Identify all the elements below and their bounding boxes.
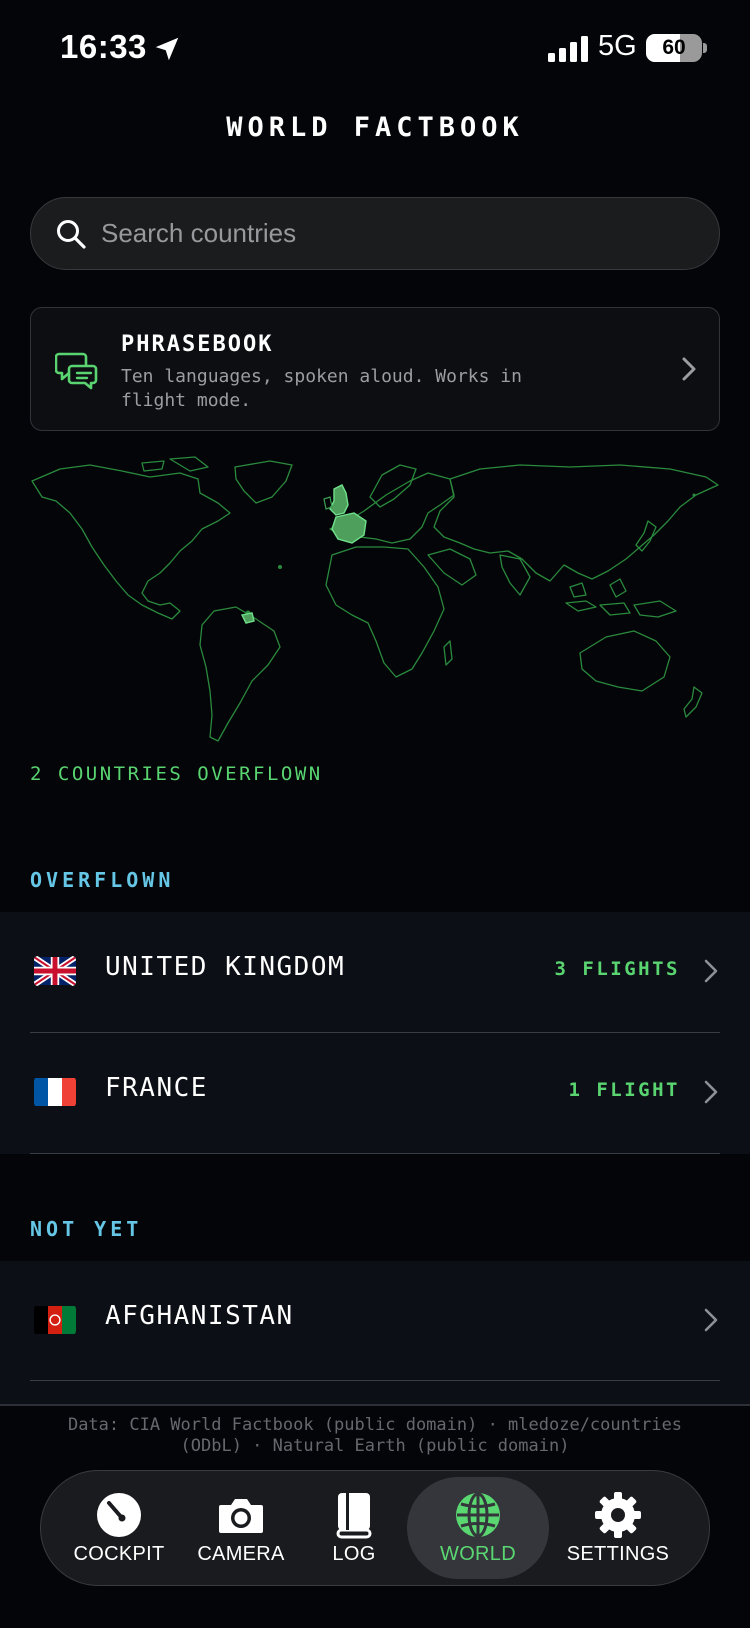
france-highlight bbox=[331, 512, 367, 544]
country-row-france[interactable]: FRANCE 1 FLIGHT bbox=[0, 1033, 750, 1154]
united-kingdom-flag-icon bbox=[34, 956, 76, 986]
asia-outline bbox=[433, 464, 719, 582]
gauge-icon bbox=[97, 1493, 141, 1537]
tab-label: WORLD bbox=[440, 1543, 516, 1565]
tab-settings[interactable]: SETTINGS bbox=[549, 1477, 687, 1579]
footer-divider bbox=[0, 1404, 750, 1406]
tab-cockpit[interactable]: COCKPIT bbox=[55, 1477, 183, 1579]
status-bar: 16:33 5G 60 bbox=[0, 0, 750, 100]
chevron-right-icon bbox=[704, 1308, 718, 1332]
chevron-right-icon bbox=[704, 959, 718, 983]
country-name: AFGHANISTAN bbox=[105, 1301, 294, 1331]
overflown-count-caption: 2 COUNTRIES OVERFLOWN bbox=[30, 763, 323, 785]
chevron-right-icon bbox=[682, 357, 696, 381]
tab-camera[interactable]: CAMERA bbox=[183, 1477, 299, 1579]
network-type: 5G bbox=[598, 30, 637, 62]
afghanistan-flag-icon bbox=[34, 1306, 76, 1334]
atlantic-island bbox=[278, 565, 282, 569]
south-america-outline bbox=[199, 606, 281, 742]
chat-bubbles-icon bbox=[55, 352, 98, 390]
north-america-outline bbox=[31, 464, 231, 620]
row-divider bbox=[30, 1152, 720, 1154]
battery-icon: 60 bbox=[646, 34, 702, 62]
tab-world[interactable]: WORLD bbox=[407, 1477, 549, 1579]
flight-count: 1 FLIGHT bbox=[568, 1079, 680, 1101]
data-attribution: Data: CIA World Factbook (public domain)… bbox=[67, 1415, 683, 1456]
ireland-outline bbox=[323, 496, 333, 510]
globe-icon bbox=[456, 1492, 500, 1538]
list-overflow-partial bbox=[0, 1381, 750, 1404]
united-kingdom-highlight bbox=[329, 484, 349, 516]
phrasebook-description: Ten languages, spoken aloud. Works in fl… bbox=[121, 366, 522, 411]
new-zealand-outline bbox=[683, 686, 703, 718]
greenland-outline bbox=[234, 460, 293, 504]
search-icon bbox=[57, 220, 86, 249]
country-name: UNITED KINGDOM bbox=[105, 952, 346, 982]
country-row-united-kingdom[interactable]: UNITED KINGDOM 3 FLIGHTS bbox=[0, 912, 750, 1033]
status-time: 16:33 bbox=[60, 28, 147, 65]
battery-cap bbox=[703, 43, 707, 53]
world-map[interactable] bbox=[30, 455, 720, 747]
tab-label: LOG bbox=[332, 1543, 376, 1565]
french-guiana-highlight bbox=[240, 612, 255, 624]
tab-log[interactable]: LOG bbox=[299, 1477, 409, 1579]
pacific-island bbox=[692, 493, 696, 497]
location-arrow-icon bbox=[155, 37, 179, 61]
australia-outline bbox=[579, 630, 671, 692]
tab-bar: COCKPIT CAMERA LOG WORLD SETTINGS bbox=[40, 1470, 710, 1586]
france-flag-icon bbox=[34, 1078, 76, 1106]
search-input[interactable] bbox=[101, 198, 691, 268]
tab-label: COCKPIT bbox=[73, 1543, 165, 1565]
country-row-afghanistan[interactable]: AFGHANISTAN bbox=[0, 1261, 750, 1381]
chevron-right-icon bbox=[704, 1080, 718, 1104]
book-icon bbox=[336, 1493, 372, 1539]
section-label-not-yet: NOT YET bbox=[30, 1217, 143, 1241]
africa-outline bbox=[325, 546, 445, 678]
phrasebook-card[interactable]: PHRASEBOOK Ten languages, spoken aloud. … bbox=[30, 307, 720, 431]
phrasebook-title: PHRASEBOOK bbox=[121, 332, 274, 357]
battery-percentage: 60 bbox=[662, 36, 686, 59]
arabia-outline bbox=[427, 548, 531, 596]
se-asia-islands-outline bbox=[565, 578, 677, 618]
page-title: WORLD FACTBOOK bbox=[226, 112, 524, 143]
camera-icon bbox=[219, 1499, 263, 1533]
cellular-signal-icon bbox=[548, 36, 588, 62]
country-name: FRANCE bbox=[105, 1073, 208, 1103]
arctic-islands-outline bbox=[141, 456, 209, 472]
tab-label: SETTINGS bbox=[566, 1543, 670, 1565]
search-bar[interactable] bbox=[30, 197, 720, 270]
section-label-overflown: OVERFLOWN bbox=[30, 868, 175, 892]
madagascar-outline bbox=[443, 640, 453, 666]
tab-label: CAMERA bbox=[197, 1543, 285, 1565]
scandinavia-outline bbox=[369, 464, 417, 508]
gear-icon bbox=[595, 1492, 641, 1538]
flight-count: 3 FLIGHTS bbox=[554, 958, 680, 980]
